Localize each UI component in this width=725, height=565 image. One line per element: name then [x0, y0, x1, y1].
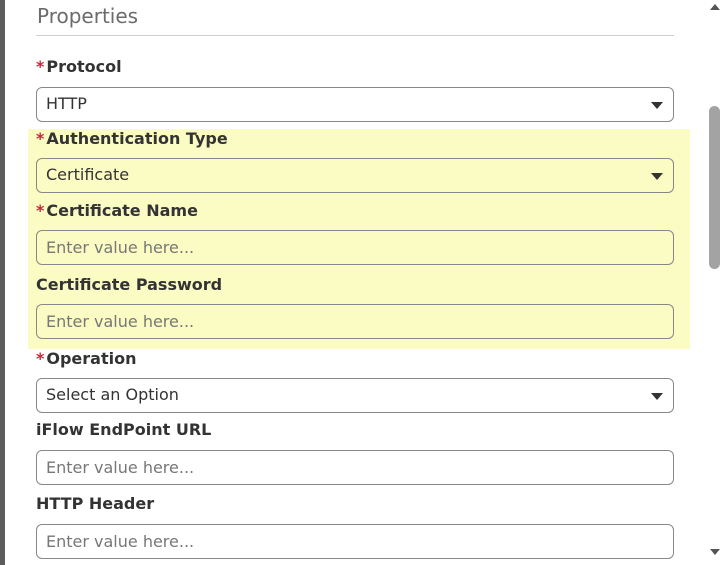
operation-label: * Operation: [36, 349, 136, 368]
auth-type-label-text: Authentication Type: [46, 129, 228, 148]
operation-label-text: Operation: [46, 349, 137, 368]
protocol-select[interactable]: HTTP: [36, 87, 674, 122]
cert-name-label-text: Certificate Name: [46, 201, 198, 220]
scrollbar-thumb[interactable]: [709, 106, 720, 269]
auth-type-select[interactable]: Certificate: [36, 158, 674, 193]
required-marker: *: [36, 349, 45, 368]
operation-select[interactable]: Select an Option: [36, 378, 674, 413]
iflow-url-input[interactable]: [37, 451, 673, 484]
arrow-up-icon[interactable]: [710, 4, 720, 10]
title-divider: [36, 35, 674, 36]
protocol-select-value: HTTP: [46, 94, 87, 113]
protocol-label-text: Protocol: [46, 57, 122, 76]
http-header-field: [36, 524, 674, 559]
cert-name-input[interactable]: [37, 231, 673, 264]
auth-type-select-value: Certificate: [46, 165, 130, 184]
cert-name-field: [36, 230, 674, 265]
cert-password-field: [36, 304, 674, 339]
cert-password-input[interactable]: [37, 305, 673, 338]
cert-password-label: Certificate Password: [36, 275, 223, 294]
http-header-input[interactable]: [37, 525, 673, 558]
arrow-down-icon[interactable]: [710, 549, 720, 555]
required-marker: *: [36, 201, 45, 220]
chevron-down-icon[interactable]: [651, 173, 663, 180]
vertical-scrollbar[interactable]: [705, 0, 725, 565]
cert-name-label: * Certificate Name: [36, 201, 198, 220]
auth-type-label: * Authentication Type: [36, 129, 228, 148]
iflow-url-field: [36, 450, 674, 485]
http-header-label: HTTP Header: [36, 494, 155, 513]
section-title: Properties: [37, 4, 139, 28]
chevron-down-icon[interactable]: [651, 102, 663, 109]
properties-panel: Properties * Protocol HTTP * Authenticatio…: [5, 0, 705, 565]
required-marker: *: [36, 57, 45, 76]
iflow-url-label: iFlow EndPoint URL: [36, 420, 212, 439]
chevron-down-icon[interactable]: [651, 393, 663, 400]
required-marker: *: [36, 129, 45, 148]
operation-select-value: Select an Option: [46, 385, 179, 404]
protocol-label: * Protocol: [36, 57, 122, 76]
